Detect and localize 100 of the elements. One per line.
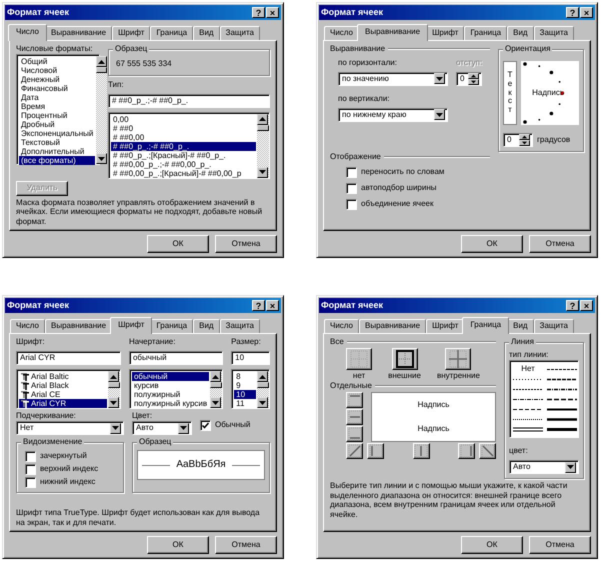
help-button[interactable]: ? xyxy=(252,300,265,311)
tab[interactable]: Граница xyxy=(464,26,508,40)
ok-button[interactable]: ОК xyxy=(147,235,209,253)
ok-button[interactable]: ОК xyxy=(461,235,523,253)
list-item[interactable]: Arial Baltic xyxy=(19,372,107,381)
list-item[interactable]: курсив xyxy=(132,381,210,390)
type-field[interactable]: # ##0_р_.;-# ##0_р_. xyxy=(108,94,270,108)
border-button[interactable] xyxy=(458,442,475,459)
scroll-thumb[interactable] xyxy=(96,67,108,73)
list-item[interactable]: Дополнительный xyxy=(19,147,96,156)
line-color-combo[interactable]: Авто xyxy=(509,460,579,474)
list-item[interactable]: # ##0_р_.;[Красный]-# ##0_р_. xyxy=(111,150,256,160)
close-button[interactable]: × xyxy=(266,300,279,311)
checkbox[interactable] xyxy=(25,450,36,462)
tab[interactable]: Вид xyxy=(193,26,220,40)
ok-button[interactable]: ОК xyxy=(147,536,209,554)
help-button[interactable]: ? xyxy=(566,7,579,18)
border-button[interactable] xyxy=(346,426,363,442)
checkbox[interactable] xyxy=(200,420,211,430)
list-item[interactable]: Arial Black xyxy=(19,381,107,390)
list-item[interactable]: Числовой xyxy=(19,66,96,75)
degrees-spinner[interactable]: 0 xyxy=(503,133,533,147)
scroll-thumb[interactable] xyxy=(210,382,222,388)
checkbox-label[interactable]: Обычный xyxy=(215,420,250,430)
checkbox-label[interactable]: верхний индекс xyxy=(40,464,98,474)
list-item[interactable]: Процентный xyxy=(19,111,96,120)
preview-area[interactable]: Надпись Надпись xyxy=(371,392,496,442)
tab[interactable]: Защита xyxy=(534,26,574,40)
tab[interactable]: Защита xyxy=(220,26,260,40)
tab[interactable]: Защита xyxy=(534,319,574,333)
list-item[interactable]: Дата xyxy=(19,93,96,102)
text-field[interactable]: Arial CYR xyxy=(16,351,121,365)
tab[interactable]: Шрифт xyxy=(112,26,150,40)
list-item[interactable]: 0,00 xyxy=(111,114,256,124)
tab[interactable]: Число xyxy=(324,319,360,333)
checkbox-label[interactable]: объединение ячеек xyxy=(361,199,434,209)
list-item[interactable]: обычный xyxy=(132,372,210,381)
scrollbar[interactable] xyxy=(108,371,120,408)
orientation-dial[interactable]: Надпись xyxy=(521,61,579,125)
list-item[interactable]: (все форматы) xyxy=(19,156,96,165)
tab[interactable]: Граница xyxy=(462,317,510,334)
checkbox[interactable] xyxy=(25,464,36,474)
list-item[interactable]: # ##0 xyxy=(111,124,256,133)
cancel-button[interactable]: Отмена xyxy=(215,235,277,253)
cancel-button[interactable]: Отмена xyxy=(529,536,591,554)
list-item[interactable]: # ##0_р_.;-# ##0_р_. xyxy=(111,142,256,151)
tab[interactable]: Число xyxy=(324,26,360,40)
list-item[interactable]: Финансовый xyxy=(19,84,96,93)
preset-button[interactable] xyxy=(392,348,418,370)
list-item[interactable]: Arial CE xyxy=(19,390,107,399)
checkbox[interactable] xyxy=(346,198,357,210)
checkbox-label[interactable]: зачеркнутый xyxy=(40,451,87,461)
cancel-button[interactable]: Отмена xyxy=(529,235,591,253)
tab[interactable]: Выравнивание xyxy=(45,319,112,333)
list-item[interactable]: Экспоненциальный xyxy=(19,129,96,138)
help-button[interactable]: ? xyxy=(566,300,579,311)
list-item[interactable]: 8 xyxy=(234,372,256,381)
list-item[interactable]: Денежный xyxy=(19,75,96,84)
list-item[interactable]: Дробный xyxy=(19,120,96,129)
help-button[interactable]: ? xyxy=(252,7,265,18)
list-item[interactable]: # ##0,00_р_.;-# ##0,00_р_. xyxy=(111,160,256,169)
tab[interactable]: Вид xyxy=(507,319,534,333)
list-item[interactable]: 11 xyxy=(234,399,256,408)
checkbox[interactable] xyxy=(25,476,36,488)
list-item[interactable]: 9 xyxy=(234,381,256,390)
spin-arrows-icon[interactable] xyxy=(468,72,479,85)
border-button[interactable] xyxy=(346,392,363,408)
checkbox-label[interactable]: переносить по словам xyxy=(361,167,444,177)
tab[interactable]: Шрифт xyxy=(110,317,152,334)
tab[interactable]: Защита xyxy=(220,319,260,333)
vertical-text-box[interactable]: Текст xyxy=(503,61,517,125)
cancel-button[interactable]: Отмена xyxy=(215,536,277,554)
tab[interactable]: Шрифт xyxy=(426,319,464,333)
scrollbar[interactable] xyxy=(257,114,269,178)
list-item[interactable]: Общий xyxy=(19,57,96,66)
tab[interactable]: Выравнивание xyxy=(357,24,428,41)
list-item[interactable]: Текстовый xyxy=(19,138,96,147)
border-button[interactable] xyxy=(367,442,384,459)
tab[interactable]: Граница xyxy=(150,26,194,40)
tab[interactable]: Число xyxy=(8,24,48,41)
tab[interactable]: Граница xyxy=(150,319,194,333)
line-style-option[interactable]: Нет xyxy=(513,364,543,374)
tab[interactable]: Выравнивание xyxy=(359,319,426,333)
color-combo[interactable]: Авто xyxy=(132,421,192,435)
scroll-thumb[interactable] xyxy=(108,382,120,388)
border-button[interactable] xyxy=(412,442,430,459)
close-button[interactable]: × xyxy=(580,300,593,311)
scrollbar[interactable] xyxy=(210,371,222,408)
tab[interactable]: Выравнивание xyxy=(45,26,112,40)
horizontal-align-combo[interactable]: по значению xyxy=(338,72,448,86)
list-item[interactable]: полужирный курсив xyxy=(132,399,210,408)
tab[interactable]: Вид xyxy=(193,319,220,333)
tab[interactable]: Число xyxy=(10,319,46,333)
text-field[interactable]: обычный xyxy=(128,351,224,365)
scrollbar[interactable] xyxy=(257,371,269,408)
list-item[interactable]: # ##0,00 xyxy=(111,132,256,142)
checkbox-label[interactable]: нижний индекс xyxy=(40,477,96,487)
list-item[interactable]: полужирный xyxy=(132,390,210,399)
close-button[interactable]: × xyxy=(266,7,279,18)
border-button[interactable] xyxy=(346,442,363,459)
